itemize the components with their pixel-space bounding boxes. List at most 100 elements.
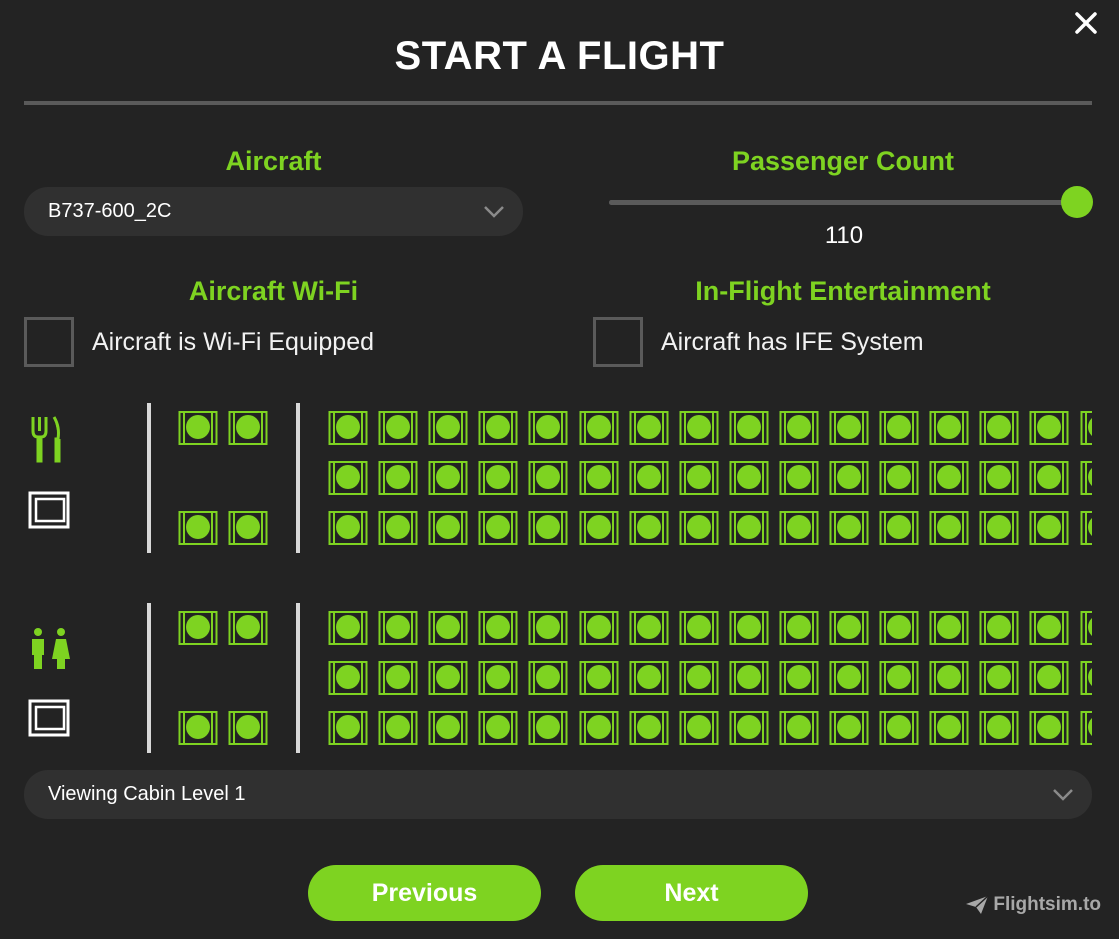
seat[interactable] <box>829 659 869 697</box>
seat[interactable] <box>929 609 969 647</box>
seat[interactable] <box>228 509 268 547</box>
seat[interactable] <box>629 709 669 747</box>
seat[interactable] <box>779 609 819 647</box>
seat[interactable] <box>478 659 518 697</box>
seat[interactable] <box>779 459 819 497</box>
seat[interactable] <box>378 609 418 647</box>
seat[interactable] <box>328 509 368 547</box>
seat[interactable] <box>1080 709 1092 747</box>
seat[interactable] <box>629 609 669 647</box>
seat[interactable] <box>629 509 669 547</box>
seat[interactable] <box>829 409 869 447</box>
seat[interactable] <box>328 659 368 697</box>
seat[interactable] <box>1080 459 1092 497</box>
seat[interactable] <box>779 709 819 747</box>
seat[interactable] <box>979 709 1019 747</box>
seat[interactable] <box>478 609 518 647</box>
seat[interactable] <box>929 709 969 747</box>
seat[interactable] <box>528 709 568 747</box>
seat[interactable] <box>228 409 268 447</box>
seat[interactable] <box>478 709 518 747</box>
seat[interactable] <box>729 609 769 647</box>
seat[interactable] <box>979 409 1019 447</box>
wifi-checkbox[interactable] <box>24 317 74 367</box>
seat[interactable] <box>228 709 268 747</box>
seat[interactable] <box>1080 609 1092 647</box>
seat[interactable] <box>1080 409 1092 447</box>
seat[interactable] <box>929 459 969 497</box>
seat[interactable] <box>428 509 468 547</box>
seat[interactable] <box>1029 509 1069 547</box>
seat[interactable] <box>929 659 969 697</box>
seat[interactable] <box>178 609 218 647</box>
seat[interactable] <box>979 459 1019 497</box>
seat[interactable] <box>679 409 719 447</box>
seat[interactable] <box>829 509 869 547</box>
seat[interactable] <box>328 459 368 497</box>
seat[interactable] <box>528 509 568 547</box>
cabin-level-select[interactable]: Viewing Cabin Level 1 <box>24 770 1092 819</box>
seat[interactable] <box>679 459 719 497</box>
seat[interactable] <box>929 509 969 547</box>
seat[interactable] <box>829 459 869 497</box>
seat[interactable] <box>428 459 468 497</box>
seat[interactable] <box>428 409 468 447</box>
seat[interactable] <box>428 659 468 697</box>
seat[interactable] <box>528 409 568 447</box>
seat[interactable] <box>979 609 1019 647</box>
seat[interactable] <box>228 609 268 647</box>
seat[interactable] <box>528 609 568 647</box>
seat[interactable] <box>1029 409 1069 447</box>
seat[interactable] <box>579 609 619 647</box>
seat[interactable] <box>579 459 619 497</box>
seat[interactable] <box>328 409 368 447</box>
seat[interactable] <box>478 509 518 547</box>
seat[interactable] <box>729 509 769 547</box>
ife-checkbox[interactable] <box>593 317 643 367</box>
seat[interactable] <box>1029 659 1069 697</box>
seat[interactable] <box>579 409 619 447</box>
seat[interactable] <box>1080 659 1092 697</box>
seat[interactable] <box>178 709 218 747</box>
seat[interactable] <box>879 409 919 447</box>
seat[interactable] <box>679 609 719 647</box>
previous-button[interactable]: Previous <box>308 865 541 921</box>
seat[interactable] <box>1029 709 1069 747</box>
seat[interactable] <box>729 709 769 747</box>
seat[interactable] <box>528 659 568 697</box>
seat[interactable] <box>729 459 769 497</box>
seat[interactable] <box>1080 509 1092 547</box>
seat[interactable] <box>829 709 869 747</box>
seat[interactable] <box>879 659 919 697</box>
seat[interactable] <box>629 659 669 697</box>
seat[interactable] <box>979 659 1019 697</box>
seat[interactable] <box>478 409 518 447</box>
slider-thumb[interactable] <box>1061 186 1093 218</box>
seat[interactable] <box>378 459 418 497</box>
seat[interactable] <box>428 709 468 747</box>
seat[interactable] <box>428 609 468 647</box>
seat[interactable] <box>729 409 769 447</box>
seat[interactable] <box>879 609 919 647</box>
seat[interactable] <box>879 459 919 497</box>
seat[interactable] <box>579 709 619 747</box>
seat[interactable] <box>679 509 719 547</box>
seat[interactable] <box>478 459 518 497</box>
seat[interactable] <box>378 509 418 547</box>
seat[interactable] <box>629 409 669 447</box>
seat[interactable] <box>328 709 368 747</box>
seat[interactable] <box>979 509 1019 547</box>
aircraft-select[interactable]: B737-600_2C <box>24 187 523 236</box>
seat[interactable] <box>779 659 819 697</box>
seat[interactable] <box>378 409 418 447</box>
seat[interactable] <box>879 509 919 547</box>
seat[interactable] <box>328 609 368 647</box>
seat[interactable] <box>1029 609 1069 647</box>
seat[interactable] <box>779 509 819 547</box>
seat[interactable] <box>679 709 719 747</box>
seat[interactable] <box>579 509 619 547</box>
seat[interactable] <box>879 709 919 747</box>
seat[interactable] <box>929 409 969 447</box>
passenger-count-slider[interactable] <box>609 186 1093 218</box>
seat[interactable] <box>1029 459 1069 497</box>
